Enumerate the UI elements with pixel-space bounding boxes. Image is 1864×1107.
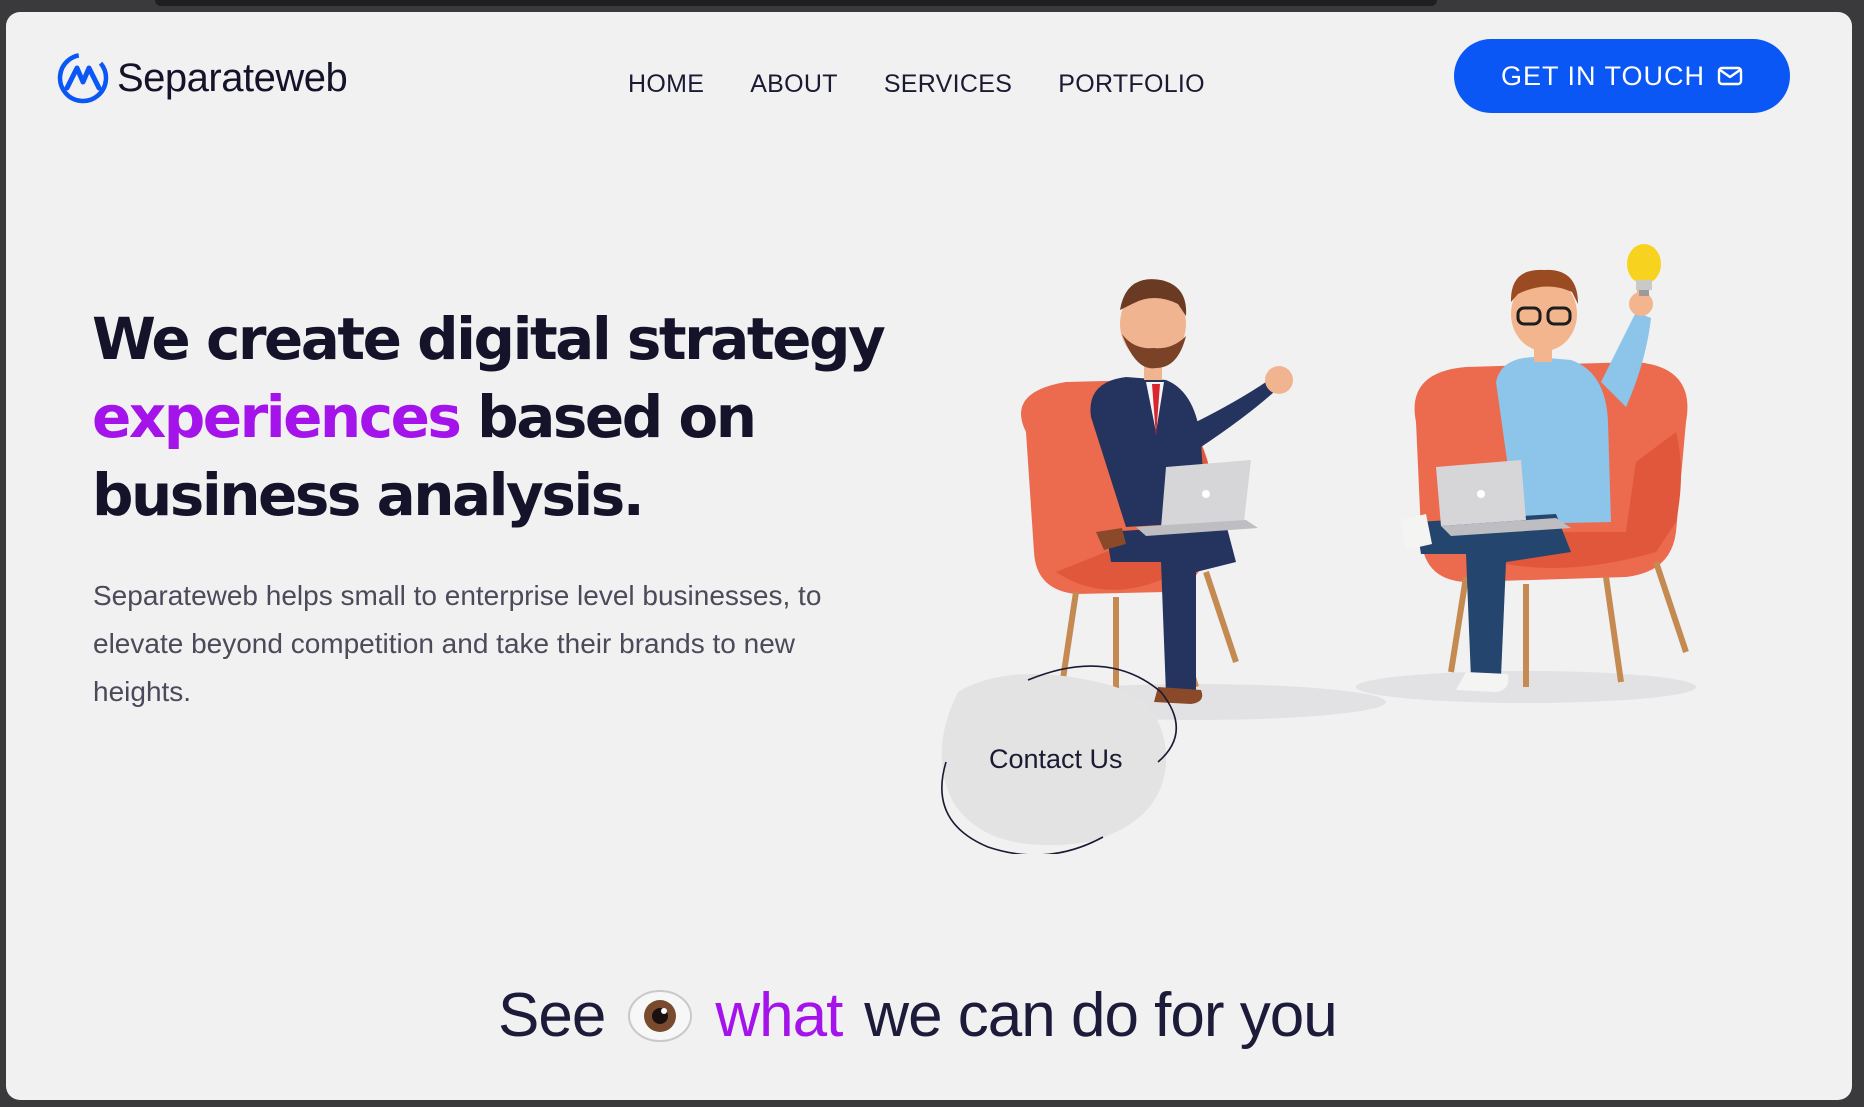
section-what: what	[715, 981, 843, 1050]
section-heading: See what we can do for you	[498, 980, 1338, 1051]
headline-line-1: We create digital strategy	[92, 305, 886, 373]
get-in-touch-button[interactable]: GET IN TOUCH	[1454, 39, 1790, 113]
nav-portfolio[interactable]: PORTFOLIO	[1058, 70, 1205, 99]
nav-services[interactable]: SERVICES	[884, 70, 1012, 99]
brand-name: Separateweb	[117, 55, 348, 100]
mail-icon	[1717, 66, 1743, 86]
page: Separateweb HOME ABOUT SERVICES PORTFOLI…	[6, 12, 1852, 1100]
section-see: See	[498, 981, 606, 1050]
logo[interactable]: Separateweb	[57, 52, 348, 104]
eye-icon	[628, 989, 693, 1042]
headline-accent-word: experiences	[92, 383, 462, 451]
nav-about[interactable]: ABOUT	[750, 70, 838, 99]
main-nav: HOME ABOUT SERVICES PORTFOLIO	[628, 70, 1205, 99]
get-in-touch-label: GET IN TOUCH	[1500, 60, 1706, 91]
contact-us-label: Contact Us	[989, 744, 1123, 774]
headline-line-3: business analysis.	[92, 461, 645, 529]
hero-description: Separateweb helps small to enterprise le…	[93, 580, 822, 707]
section-rest: we can do for you	[864, 981, 1337, 1050]
logo-icon	[57, 52, 109, 104]
nav-home[interactable]: HOME	[628, 70, 704, 99]
headline-line-2: experiences based on	[92, 378, 912, 456]
browser-top-strip	[155, 0, 1437, 6]
hero-headline: We create digital strategy experiences b…	[92, 300, 912, 534]
headline-line-2-rest: based on	[477, 383, 757, 451]
